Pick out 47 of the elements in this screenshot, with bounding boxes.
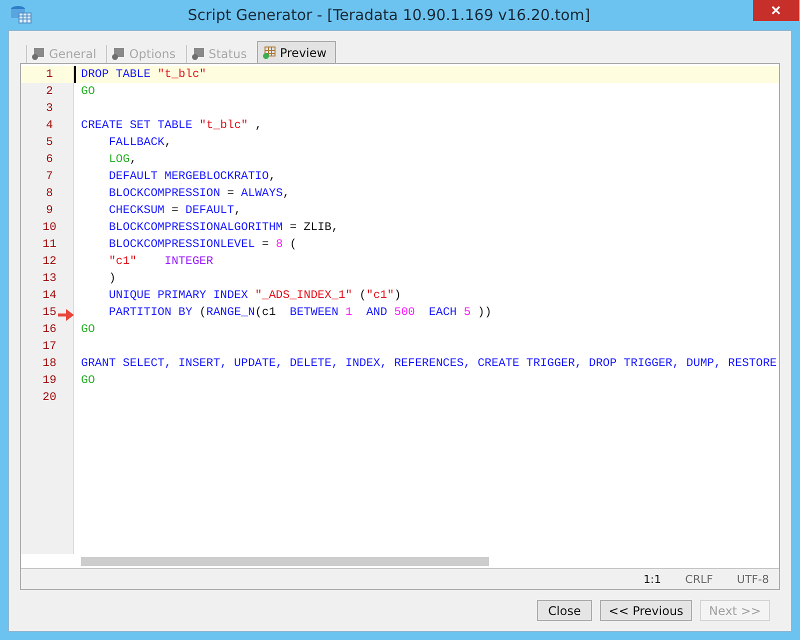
line-number: 6 <box>21 151 74 168</box>
status-text: UTF-8 <box>736 572 769 586</box>
code-line: "c1" INTEGER <box>108 254 214 270</box>
code-line: GO <box>80 84 95 100</box>
code-line: CHECKSUM = DEFAULT, <box>108 203 242 219</box>
window-title: Script Generator - [Teradata 10.90.1.169 v16.20.tom] <box>186 6 592 24</box>
line-number: 14 <box>21 287 74 304</box>
code-line: LOG, <box>108 152 137 168</box>
line-number: 7 <box>21 168 74 185</box>
code-line: BLOCKCOMPRESSIONLEVEL = 8 ( <box>108 237 297 253</box>
tab[interactable]: Preview <box>256 41 336 63</box>
line-number: 12 <box>21 253 74 270</box>
line-number: 17 <box>21 338 74 355</box>
code-line: ) <box>108 271 116 287</box>
arrow-annotation <box>58 309 74 321</box>
code-line: GO <box>80 373 95 389</box>
code-line: GO <box>80 322 95 338</box>
code-editor[interactable] <box>20 63 780 590</box>
code-line: BLOCKCOMPRESSION = ALWAYS, <box>108 186 290 202</box>
status-text: 1:1 <box>643 572 662 586</box>
dialog-button[interactable]: << Previous <box>600 600 692 621</box>
line-number: 18 <box>21 355 74 372</box>
scrollbar-thumb[interactable] <box>81 556 489 566</box>
code-line: DEFAULT MERGEBLOCKRATIO, <box>108 169 276 185</box>
code-line: GRANT SELECT, INSERT, UPDATE, DELETE, INDEX, REFERENCES, CREATE TRIGGER, DROP TRIGGER, DUMP, RESTORE <box>80 356 777 372</box>
line-number: 13 <box>21 270 74 287</box>
code-line: BLOCKCOMPRESSIONALGORITHM = ZLIB, <box>108 220 338 236</box>
dialog-button[interactable]: Close <box>537 600 592 621</box>
line-number: 16 <box>21 321 74 338</box>
line-number: 9 <box>21 202 74 219</box>
line-number: 20 <box>21 389 74 406</box>
line-number: 11 <box>21 236 74 253</box>
app-icon <box>10 5 32 25</box>
code-line: PARTITION BY (RANGE_N(c1 BETWEEN 1 AND 500 EACH 5 )) <box>108 305 492 321</box>
close-button[interactable]: ✕ <box>753 0 799 21</box>
line-number: 15 <box>21 304 74 321</box>
line-number: 3 <box>21 100 74 117</box>
line-number: 4 <box>21 117 74 134</box>
line-number: 5 <box>21 134 74 151</box>
line-number: 2 <box>21 83 74 100</box>
line-number: 8 <box>21 185 74 202</box>
status-text: CRLF <box>685 572 713 586</box>
line-number: 10 <box>21 219 74 236</box>
line-number: 19 <box>21 372 74 389</box>
code-line: CREATE SET TABLE "t_blc" , <box>80 118 262 134</box>
code-line: FALLBACK, <box>108 135 172 151</box>
code-line: UNIQUE PRIMARY INDEX "_ADS_INDEX_1" ("c1") <box>108 288 402 304</box>
